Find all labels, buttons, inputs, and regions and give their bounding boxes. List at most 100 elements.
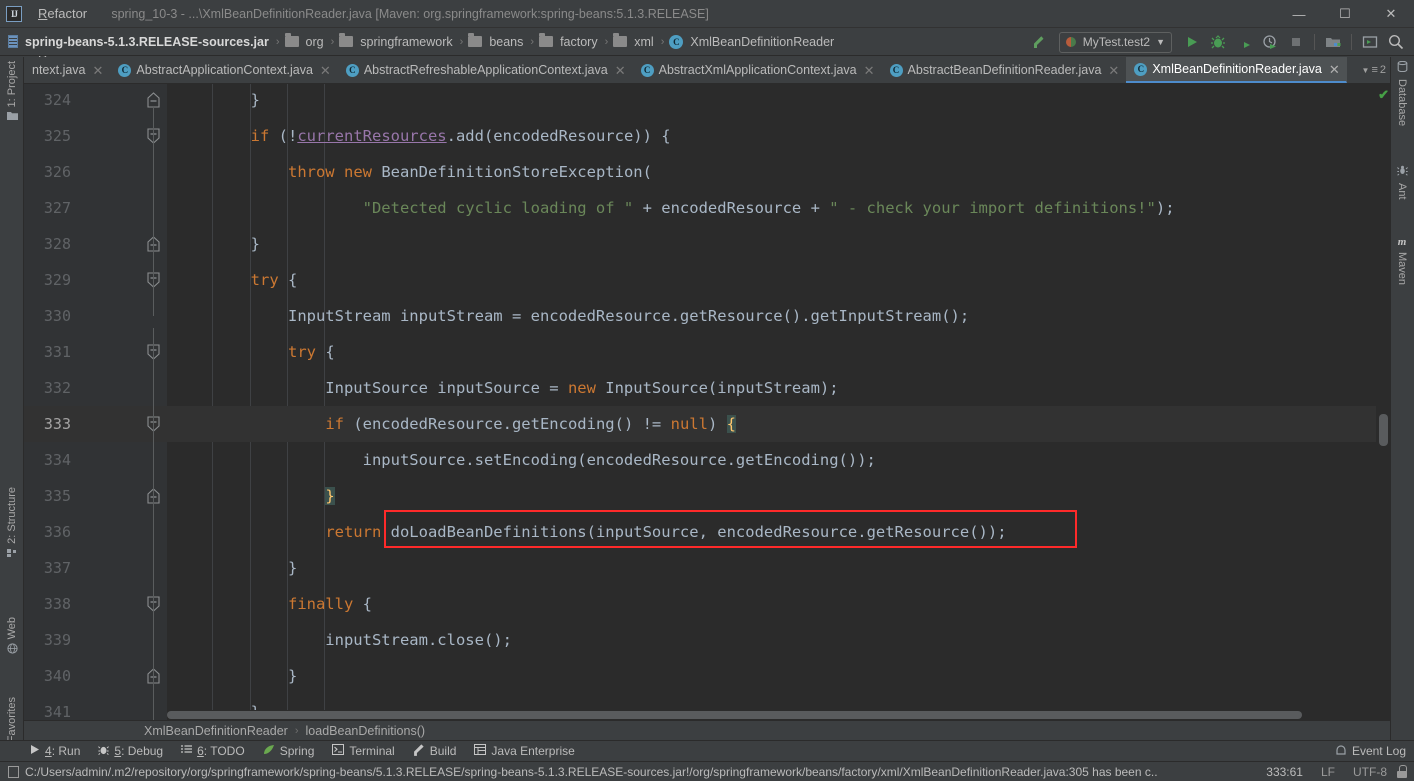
code-line[interactable]: if (!currentResources.add(encodedResourc… <box>167 118 1390 154</box>
toolbar-divider-2 <box>1351 34 1352 50</box>
bottom-tool-4-run[interactable]: 4: Run <box>20 744 89 758</box>
maximize-button[interactable]: ☐ <box>1322 0 1368 28</box>
close-icon[interactable]: ✕ <box>864 64 875 77</box>
editor-tab-abstractbeandefinitionreader-java[interactable]: C AbstractBeanDefinitionReader.java ✕ <box>882 57 1127 83</box>
code-editor[interactable]: 324 325 326 327 328 329 330 331 332 333 334 335 336 3… <box>24 84 1390 720</box>
project-structure-icon[interactable] <box>1321 30 1345 54</box>
code-token: new <box>344 163 372 181</box>
horizontal-scrollbar[interactable] <box>167 710 1376 720</box>
search-everywhere-icon[interactable] <box>1384 30 1408 54</box>
code-token: } <box>176 235 260 253</box>
close-icon[interactable]: ✕ <box>1108 64 1119 77</box>
java-ee-icon <box>474 744 487 758</box>
breadcrumb-item-xmlbeandefinitionreader[interactable]: C XmlBeanDefinitionReader <box>669 34 836 49</box>
tool-window-2-structure[interactable]: 2: Structure <box>2 487 22 561</box>
lock-icon[interactable] <box>1396 765 1408 778</box>
menu-refactor[interactable]: Refactor <box>30 2 97 25</box>
editor-tab-abstractrefreshableapplicationcontext-java[interactable]: C AbstractRefreshableApplicationContext.j… <box>338 57 633 83</box>
console-icon[interactable] <box>1358 30 1382 54</box>
line-number: 330 <box>43 307 71 325</box>
back-arrow-icon[interactable] <box>1027 30 1051 54</box>
tool-window-maven[interactable]: m Maven <box>1392 237 1412 286</box>
close-icon[interactable]: ✕ <box>1329 63 1340 76</box>
editor-gutter[interactable]: 324 325 326 327 328 329 330 331 332 333 334 335 336 3… <box>24 84 167 720</box>
editor-tab-abstractxmlapplicationcontext-java[interactable]: C AbstractXmlApplicationContext.java ✕ <box>633 57 882 83</box>
line-number: 340 <box>43 667 71 685</box>
run-icon[interactable] <box>1180 30 1204 54</box>
line-number: 325 <box>43 127 71 145</box>
code-line[interactable]: } <box>167 478 1390 514</box>
tool-window-database[interactable]: Database <box>1392 60 1412 126</box>
bottom-tool-build[interactable]: Build <box>404 743 466 759</box>
code-line[interactable]: } <box>167 226 1390 262</box>
code-line[interactable]: inputStream.close(); <box>167 622 1390 658</box>
code-line[interactable]: finally { <box>167 586 1390 622</box>
editor-tab-xmlbeandefinitionreader-java[interactable]: C XmlBeanDefinitionReader.java ✕ <box>1126 57 1347 83</box>
code-line[interactable]: throw new BeanDefinitionStoreException( <box>167 154 1390 190</box>
vertical-scrollbar-thumb[interactable] <box>1379 414 1388 446</box>
breadcrumb-item-beans[interactable]: beans <box>468 33 525 49</box>
code-line[interactable]: } <box>167 84 1390 118</box>
code-line[interactable]: } <box>167 658 1390 694</box>
breadcrumb-item-org[interactable]: org <box>284 33 326 49</box>
breadcrumb-item-spring-beans-5-1-3-release-sources-jar[interactable]: spring-beans-5.1.3.RELEASE-sources.jar <box>8 35 271 49</box>
code-line[interactable]: InputSource inputSource = new InputSourc… <box>167 370 1390 406</box>
caret-position[interactable]: 333:61 <box>1257 765 1312 779</box>
file-encoding[interactable]: UTF-8 <box>1344 765 1396 779</box>
event-log-button[interactable]: Event Log <box>1335 744 1414 758</box>
code-token: } <box>176 559 298 577</box>
fold-end-icon[interactable] <box>146 92 161 108</box>
bottom-tool-6-todo[interactable]: 6: TODO <box>172 744 254 758</box>
profile-icon[interactable] <box>1258 30 1282 54</box>
editor-tab-ntext-java[interactable]: ntext.java ✕ <box>24 57 110 83</box>
code-token: InputStream inputStream = encodedResourc… <box>176 307 970 325</box>
tool-window-1-project[interactable]: 1: Project <box>2 61 22 124</box>
breadcrumb-class[interactable]: XmlBeanDefinitionReader <box>144 724 288 738</box>
tool-window-web[interactable]: Web <box>2 617 22 657</box>
debug-icon[interactable] <box>1206 30 1230 54</box>
code-line[interactable]: return doLoadBeanDefinitions(inputSource… <box>167 514 1390 550</box>
close-icon[interactable]: ✕ <box>93 64 104 77</box>
breadcrumb-method[interactable]: loadBeanDefinitions() <box>306 724 426 738</box>
minimize-button[interactable]: — <box>1276 0 1322 28</box>
chevron-down-icon[interactable]: ▼ <box>1362 66 1370 75</box>
spring-leaf-icon <box>263 744 275 758</box>
code-line[interactable]: try { <box>167 262 1390 298</box>
bottom-tool-terminal[interactable]: Terminal <box>323 744 403 758</box>
horizontal-scrollbar-thumb[interactable] <box>167 711 1302 719</box>
code-line[interactable]: InputStream inputStream = encodedResourc… <box>167 298 1390 334</box>
test-config-icon <box>1065 37 1076 47</box>
error-stripe-and-scrollbar[interactable]: ✔ <box>1376 84 1390 720</box>
code-text-area[interactable]: } if (!currentResources.add(encodedResou… <box>167 84 1390 720</box>
line-number: 333 <box>43 415 71 433</box>
code-line[interactable]: if (encodedResource.getEncoding() != nul… <box>167 406 1390 442</box>
intellij-logo-icon: IJ <box>6 5 22 22</box>
close-icon[interactable]: ✕ <box>615 64 626 77</box>
code-line[interactable]: "Detected cyclic loading of " + encodedR… <box>167 190 1390 226</box>
line-number: 338 <box>43 595 71 613</box>
code-line[interactable]: try { <box>167 334 1390 370</box>
bottom-tool-java-enterprise[interactable]: Java Enterprise <box>465 744 583 758</box>
editor-tab-abstractapplicationcontext-java[interactable]: C AbstractApplicationContext.java ✕ <box>110 57 337 83</box>
close-button[interactable]: ✕ <box>1368 0 1414 28</box>
code-line[interactable]: } <box>167 550 1390 586</box>
bottom-tool-spring[interactable]: Spring <box>254 744 324 758</box>
tab-list-icon[interactable]: ≡ <box>1371 64 1377 76</box>
breadcrumb-item-factory[interactable]: factory <box>539 33 600 49</box>
editor-tab-label: AbstractApplicationContext.java <box>136 63 313 77</box>
run-with-coverage-icon[interactable] <box>1232 30 1256 54</box>
tool-window-ant[interactable]: Ant <box>1392 165 1412 200</box>
code-line[interactable]: inputSource.setEncoding(encodedResource.… <box>167 442 1390 478</box>
stop-icon[interactable] <box>1284 30 1308 54</box>
tab-overflow-control[interactable]: ▼ ≡ 2 <box>1358 57 1390 83</box>
bottom-tool-5-debug[interactable]: 5: Debug <box>89 744 172 758</box>
breadcrumb-item-springframework[interactable]: springframework <box>339 33 454 49</box>
line-separator[interactable]: LF <box>1312 765 1344 779</box>
code-token: { <box>353 595 372 613</box>
chevron-down-icon[interactable]: ▼ <box>1156 37 1165 47</box>
close-icon[interactable]: ✕ <box>320 64 331 77</box>
run-configuration-selector[interactable]: MyTest.test2 ▼ <box>1058 31 1172 53</box>
breadcrumb-item-xml[interactable]: xml <box>613 33 655 49</box>
